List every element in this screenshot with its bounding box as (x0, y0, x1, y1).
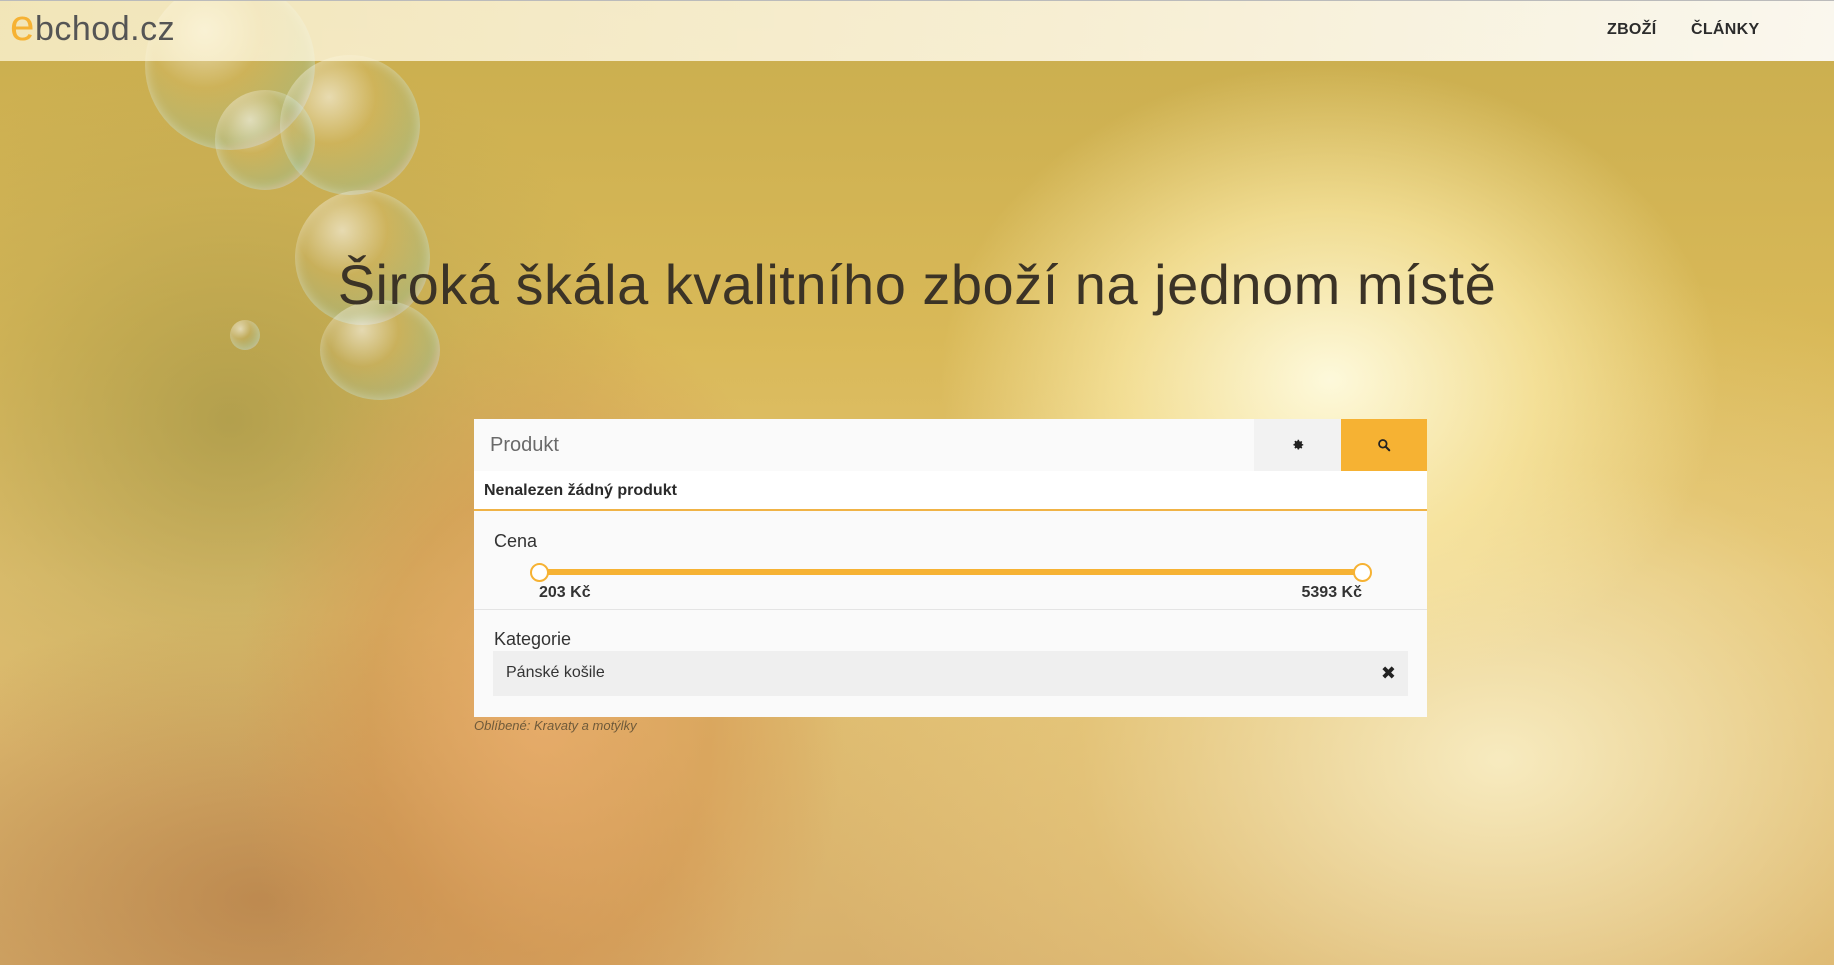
price-min-label: 203 Kč (539, 584, 591, 601)
price-max-handle[interactable] (1353, 563, 1372, 582)
close-icon[interactable]: ✖ (1381, 663, 1396, 683)
price-min-handle[interactable] (530, 563, 549, 582)
nav-link-clanky[interactable]: ČLÁNKY (1691, 21, 1759, 39)
logo-letter: e (10, 1, 35, 50)
selected-category: Pánské košile ✖ (493, 651, 1408, 696)
filters-panel: Cena 203 Kč 5393 Kč Kategorie Pánské koš… (474, 511, 1427, 717)
no-results-message: Nenalezen žádný produkt (484, 482, 677, 499)
gear-icon (1292, 439, 1303, 450)
top-navbar: ebchod.cz ZBOŽÍ ČLÁNKY (0, 0, 1834, 61)
nav-link-zbozi[interactable]: ZBOŽÍ (1607, 21, 1657, 39)
background-bubble (215, 90, 315, 190)
category-label: Pánské košile (506, 664, 605, 681)
price-max-label: 5393 Kč (1301, 584, 1363, 601)
logo-text: bchod.cz (34, 10, 176, 48)
search-button[interactable] (1341, 419, 1427, 471)
search-panel: Nenalezen žádný produkt Cena 203 Kč 5393… (474, 419, 1427, 717)
background-bubble (230, 320, 260, 350)
category-filter-title: Kategorie (494, 629, 572, 649)
search-row (474, 419, 1427, 471)
price-range-slider[interactable] (539, 569, 1362, 575)
search-icon (1378, 439, 1391, 452)
site-logo[interactable]: ebchod.cz (10, 4, 176, 49)
product-search-input[interactable] (474, 419, 1254, 471)
price-filter-title: Cena (494, 531, 538, 551)
hero-title: Široká škála kvalitního zboží na jednom … (337, 253, 1497, 316)
search-settings-button[interactable] (1254, 419, 1341, 471)
filter-divider (474, 609, 1427, 610)
search-results: Nenalezen žádný produkt (474, 471, 1427, 511)
popular-categories-link[interactable]: Oblíbené: Kravaty a motýlky (474, 718, 637, 733)
